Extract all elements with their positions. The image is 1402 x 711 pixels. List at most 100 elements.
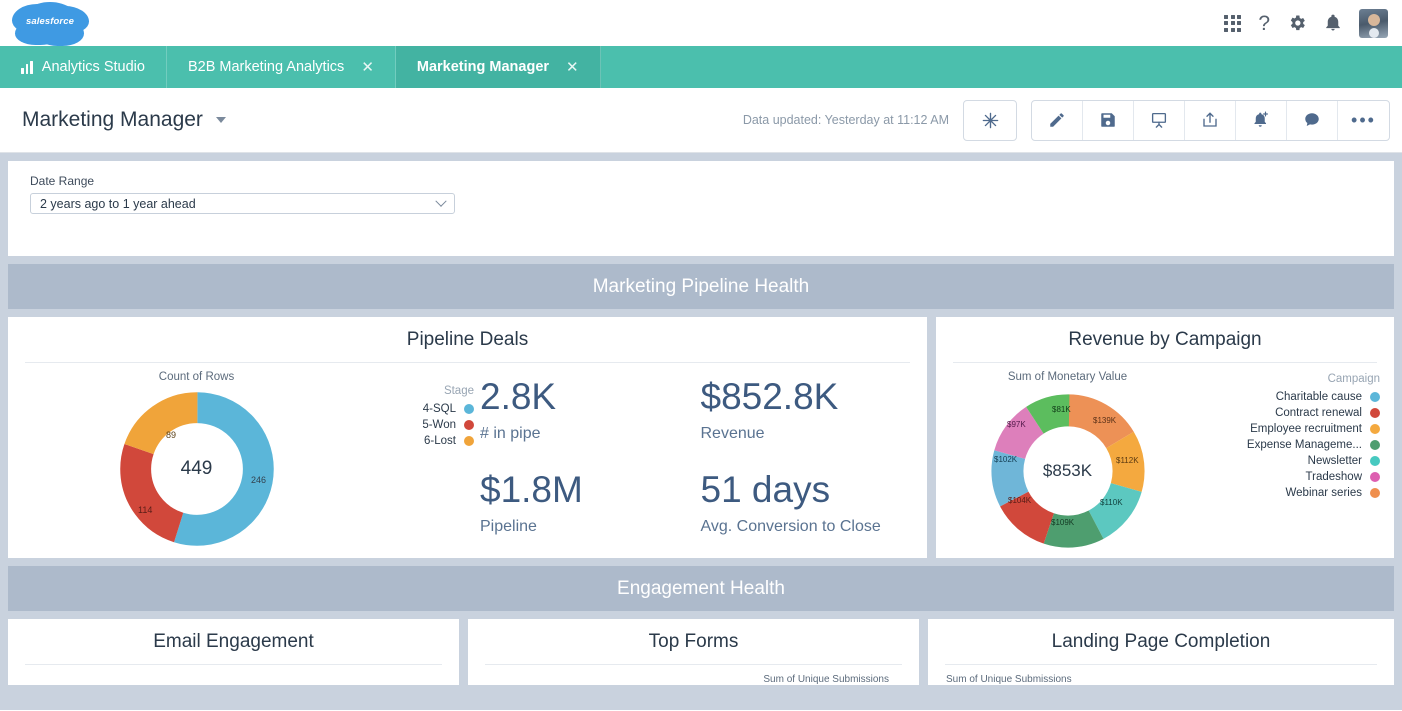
legend-item[interactable]: Expense Manageme... bbox=[1185, 439, 1380, 451]
data-updated-status: Data updated: Yesterday at 11:12 AM bbox=[742, 113, 949, 127]
legend-label: Employee recruitment bbox=[1250, 423, 1362, 435]
help-icon[interactable]: ? bbox=[1258, 13, 1270, 34]
slice-label-4sql: 246 bbox=[251, 475, 267, 485]
close-icon[interactable]: ✕ bbox=[566, 60, 579, 75]
pipeline-donut-chart[interactable]: 449 246 114 89 bbox=[24, 383, 369, 555]
legend-swatch bbox=[464, 404, 474, 414]
app-launcher-icon[interactable] bbox=[1224, 14, 1242, 32]
kpi-grid: 2.8K # in pipe $852.8K Revenue $1.8M Pip… bbox=[474, 371, 911, 555]
chevron-down-icon[interactable] bbox=[215, 117, 226, 123]
revenue-donut-chart[interactable]: $853K $139K $112K $110K $109K $104K $102… bbox=[950, 383, 1185, 558]
donut-center-label: 449 bbox=[180, 458, 213, 479]
share-button[interactable] bbox=[1185, 100, 1236, 140]
more-actions-button[interactable]: ••• bbox=[1338, 101, 1389, 140]
avatar[interactable] bbox=[1359, 8, 1388, 38]
legend-swatch bbox=[1370, 424, 1380, 434]
card-revenue-by-campaign: Revenue by Campaign Sum of Monetary Valu… bbox=[936, 317, 1394, 558]
logo-text: salesforce bbox=[25, 15, 74, 27]
tab-label: Analytics Studio bbox=[41, 59, 145, 75]
legend-swatch bbox=[464, 420, 474, 430]
legend-item[interactable]: Employee recruitment bbox=[1185, 423, 1380, 435]
kpi-value: 2.8K bbox=[480, 376, 557, 417]
card-title: Top Forms bbox=[485, 619, 902, 665]
slice-label-81k: $81K bbox=[1052, 405, 1071, 414]
conversation-button[interactable] bbox=[1287, 100, 1338, 140]
salesforce-logo[interactable]: salesforce bbox=[18, 1, 82, 45]
date-range-select[interactable]: 2 years ago to 1 year ahead bbox=[30, 193, 455, 214]
save-button[interactable] bbox=[1083, 100, 1134, 140]
close-icon[interactable]: ✕ bbox=[361, 60, 374, 75]
dashboard-canvas: Date Range 2 years ago to 1 year ahead M… bbox=[0, 153, 1402, 710]
card-title: Email Engagement bbox=[25, 619, 442, 665]
slice-label-109k: $109K bbox=[1051, 518, 1075, 527]
card-title: Pipeline Deals bbox=[25, 317, 910, 363]
filter-widget: Date Range 2 years ago to 1 year ahead bbox=[8, 161, 1394, 256]
engagement-health-row: Email Engagement Top Forms Sum of Unique… bbox=[8, 619, 1394, 685]
kpi-avg-conversion[interactable]: 51 days Avg. Conversion to Close bbox=[700, 469, 912, 555]
presentation-button[interactable] bbox=[1134, 100, 1185, 140]
kpi-label: Avg. Conversion to Close bbox=[700, 517, 881, 535]
legend-label: Expense Manageme... bbox=[1246, 439, 1362, 451]
legend-label: Tradeshow bbox=[1305, 471, 1362, 483]
legend-item[interactable]: Contract renewal bbox=[1185, 407, 1380, 419]
section-header-engagement-health: Engagement Health bbox=[8, 566, 1394, 611]
campaign-legend: Charitable cause Contract renewal Employ… bbox=[1185, 391, 1380, 499]
legend-item[interactable]: Tradeshow bbox=[1185, 471, 1380, 483]
legend-swatch bbox=[1370, 456, 1380, 466]
einstein-sparkle-button[interactable] bbox=[964, 101, 1016, 140]
legend-title: Stage bbox=[443, 385, 474, 397]
legend-swatch bbox=[464, 436, 474, 446]
slice-label-104k: $104K bbox=[1008, 496, 1032, 505]
tab-analytics-studio[interactable]: Analytics Studio bbox=[0, 46, 167, 88]
einstein-button-group bbox=[963, 99, 1017, 141]
legend-label: Webinar series bbox=[1285, 487, 1363, 499]
kpi-pipeline[interactable]: $1.8M Pipeline bbox=[480, 469, 691, 555]
slice-label-112k: $112K bbox=[1116, 456, 1139, 465]
legend-swatch bbox=[1370, 440, 1380, 450]
dashboard-actions-group: ••• bbox=[1031, 99, 1390, 141]
kpi-label: # in pipe bbox=[480, 424, 541, 442]
kpi-revenue[interactable]: $852.8K Revenue bbox=[700, 376, 912, 462]
tab-label: B2B Marketing Analytics bbox=[187, 59, 345, 75]
card-title: Revenue by Campaign bbox=[953, 317, 1377, 363]
legend-item[interactable]: Newsletter bbox=[1185, 455, 1380, 467]
notifications-bell-icon[interactable] bbox=[1324, 13, 1342, 33]
legend-label: 5-Won bbox=[422, 419, 456, 431]
edit-pencil-button[interactable] bbox=[1032, 100, 1083, 140]
chart-subtitle: Count of Rows bbox=[158, 371, 235, 383]
slice-label-6lost: 89 bbox=[166, 430, 177, 440]
legend-swatch bbox=[1370, 408, 1380, 418]
legend-item[interactable]: Webinar series bbox=[1185, 487, 1380, 499]
legend-item[interactable]: 4-SQL bbox=[369, 403, 474, 415]
gear-icon[interactable] bbox=[1287, 13, 1307, 33]
legend-title: Campaign bbox=[1327, 373, 1380, 385]
pipeline-health-row: Pipeline Deals Count of Rows 449 246 114… bbox=[8, 317, 1394, 558]
card-top-forms: Top Forms Sum of Unique Submissions bbox=[468, 619, 919, 685]
legend-item[interactable]: Charitable cause bbox=[1185, 391, 1380, 403]
kpi-in-pipe[interactable]: 2.8K # in pipe bbox=[480, 376, 691, 462]
kpi-label: Revenue bbox=[700, 424, 765, 442]
legend-item[interactable]: 5-Won bbox=[369, 419, 474, 431]
chart-subtitle: Sum of Unique Submissions bbox=[946, 674, 1072, 685]
date-range-value: 2 years ago to 1 year ahead bbox=[40, 196, 196, 211]
kpi-value: $852.8K bbox=[700, 376, 839, 417]
slice-label-139k: $139K bbox=[1093, 416, 1117, 425]
tab-b2b-marketing-analytics[interactable]: B2B Marketing Analytics ✕ bbox=[167, 46, 396, 88]
legend-label: 6-Lost bbox=[424, 435, 456, 447]
card-landing-page-completion: Landing Page Completion Sum of Unique Su… bbox=[928, 619, 1394, 685]
section-title: Engagement Health bbox=[617, 577, 785, 599]
page-title: Marketing Manager bbox=[22, 108, 203, 131]
section-header-pipeline-health: Marketing Pipeline Health bbox=[8, 264, 1394, 309]
kpi-value: 51 days bbox=[700, 469, 831, 510]
legend-swatch bbox=[1370, 392, 1380, 402]
slice-label-97k: $97K bbox=[1007, 420, 1026, 429]
slice-label-102k: $102K bbox=[994, 455, 1018, 464]
tab-marketing-manager[interactable]: Marketing Manager ✕ bbox=[395, 46, 601, 88]
legend-item[interactable]: 6-Lost bbox=[369, 435, 474, 447]
card-title: Landing Page Completion bbox=[945, 619, 1377, 665]
dashboard-toolbar: Marketing Manager Data updated: Yesterda… bbox=[0, 88, 1402, 153]
subscribe-bell-button[interactable] bbox=[1236, 100, 1287, 140]
card-pipeline-deals: Pipeline Deals Count of Rows 449 246 114… bbox=[8, 317, 927, 558]
legend-label: Contract renewal bbox=[1275, 407, 1362, 419]
kpi-value: $1.8M bbox=[480, 469, 583, 510]
